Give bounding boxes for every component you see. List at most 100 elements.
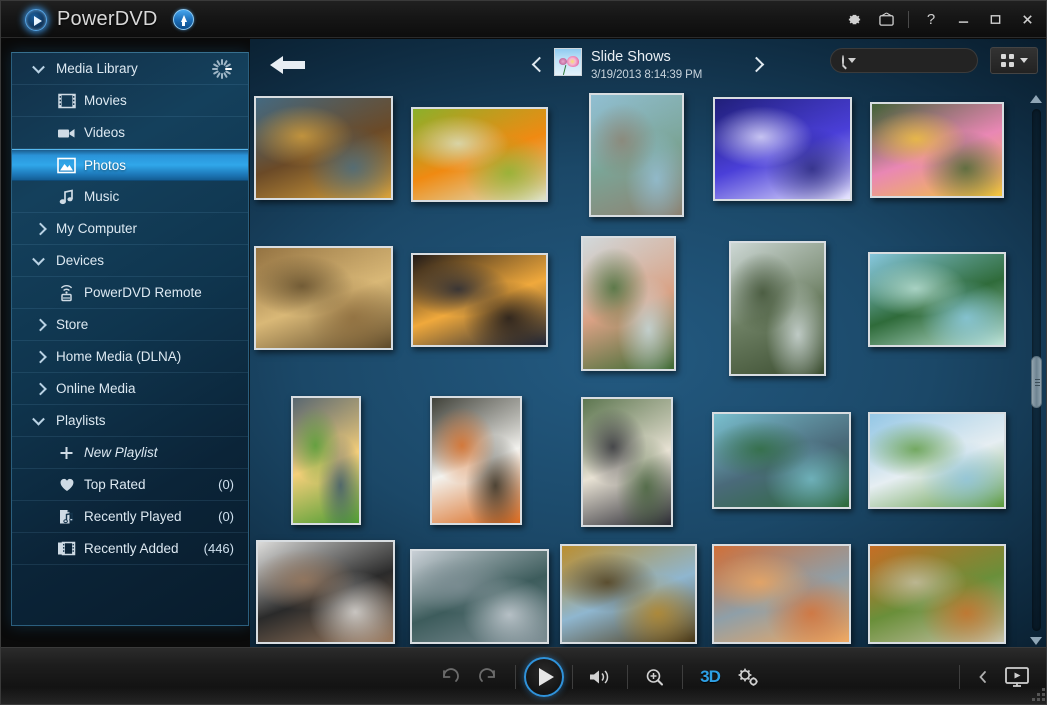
photo-image xyxy=(413,255,546,345)
sidebar-item-label: Movies xyxy=(84,93,127,108)
sidebar-item-label: Top Rated xyxy=(84,477,146,492)
sidebar-item-movies[interactable]: Movies xyxy=(12,85,248,117)
sidebar-item-media-library[interactable]: Media Library xyxy=(12,53,248,85)
chevron-down-icon[interactable] xyxy=(32,252,45,266)
photo-thumbnail-forest-lake[interactable] xyxy=(868,252,1006,347)
sidebar-item-photos[interactable]: Photos xyxy=(12,149,248,181)
breadcrumb-date: 3/19/2013 8:14:39 PM xyxy=(591,69,703,81)
photo-thumbnail-lioness-portrait[interactable] xyxy=(254,246,393,350)
flower-thumbnail-icon xyxy=(554,48,582,76)
scroll-down-arrow-icon[interactable] xyxy=(1030,637,1042,645)
photo-grid xyxy=(250,91,1025,649)
sidebar-item-recently-played[interactable]: Recently Played (0) xyxy=(12,501,248,533)
photo-thumbnail-foggy-park-bench[interactable] xyxy=(729,241,826,376)
question-mark-icon[interactable]: ? xyxy=(916,7,946,33)
sidebar-item-store[interactable]: Store xyxy=(12,309,248,341)
magnifier-plus-icon[interactable] xyxy=(636,657,674,697)
search-box[interactable] xyxy=(830,48,1027,73)
redo-arrow-icon[interactable] xyxy=(469,657,507,697)
photo-cell xyxy=(430,396,522,525)
photo-thumbnail-lightning-storm[interactable] xyxy=(713,97,852,201)
photo-icon xyxy=(57,157,76,174)
chevron-right-icon[interactable] xyxy=(34,318,47,331)
photo-thumbnail-lotus-flower[interactable] xyxy=(870,102,1004,198)
gear-icon[interactable] xyxy=(839,7,869,33)
chevron-down-icon[interactable] xyxy=(32,60,45,74)
photo-thumbnail-mountain-lake-turquoise[interactable] xyxy=(712,412,851,509)
photo-thumbnail-old-man-portrait[interactable] xyxy=(256,540,395,644)
photo-thumbnail-woman-outdoors[interactable] xyxy=(581,236,676,371)
chevron-right-icon[interactable] xyxy=(34,222,47,235)
photo-cell xyxy=(729,241,826,376)
photo-cell xyxy=(411,253,548,347)
sidebar-item-count: (0) xyxy=(218,509,234,524)
content-pane: Slide Shows 3/19/2013 8:14:39 PM xyxy=(250,39,1046,649)
3d-icon[interactable]: 3D xyxy=(691,657,729,697)
photo-thumbnail-bridge-night[interactable] xyxy=(411,253,548,347)
breadcrumb[interactable]: Slide Shows 3/19/2013 8:14:39 PM xyxy=(554,48,702,81)
photo-thumbnail-couple-embracing[interactable] xyxy=(581,397,673,527)
camcorder-icon xyxy=(57,124,76,141)
sidebar-item-videos[interactable]: Videos xyxy=(12,117,248,149)
photo-image xyxy=(714,546,849,642)
photo-thumbnail-classic-car[interactable] xyxy=(560,544,697,644)
photo-thumbnail-statue-of-liberty[interactable] xyxy=(589,93,684,217)
view-mode-button[interactable] xyxy=(990,47,1038,74)
upgrade-arrow-icon[interactable] xyxy=(173,9,194,30)
next-folder-button[interactable] xyxy=(743,47,769,81)
resize-grip[interactable] xyxy=(1031,687,1045,701)
photo-thumbnail-desert-oryx[interactable] xyxy=(712,544,851,644)
play-button[interactable] xyxy=(524,656,564,697)
sidebar-item-recently-added[interactable]: Recently Added (446) xyxy=(12,533,248,565)
playbar-divider xyxy=(682,664,683,689)
powerdvd-window: PowerDVD ? Media Library Movies Videos P… xyxy=(0,0,1047,705)
sidebar-item-label: Videos xyxy=(84,125,126,140)
scroll-up-arrow-icon[interactable] xyxy=(1030,95,1042,103)
sidebar-item-label: Store xyxy=(56,317,89,332)
playbar-divider xyxy=(959,664,960,689)
maximize-icon[interactable] xyxy=(980,7,1010,33)
photo-cell xyxy=(868,412,1006,509)
photo-thumbnail-white-goose[interactable] xyxy=(430,396,522,525)
sidebar-item-top-rated[interactable]: Top Rated (0) xyxy=(12,469,248,501)
minimize-icon[interactable] xyxy=(948,7,978,33)
sidebar-item-label: Home Media (DLNA) xyxy=(56,349,182,364)
play-orb-icon xyxy=(25,9,47,31)
photo-cell xyxy=(560,544,697,644)
chevron-right-icon[interactable] xyxy=(34,350,47,363)
photo-cell xyxy=(713,97,852,201)
photo-thumbnail-autumn-barn[interactable] xyxy=(868,544,1006,644)
photo-thumbnail-leaf-macro[interactable] xyxy=(254,96,393,200)
previous-folder-button[interactable] xyxy=(526,47,552,81)
speaker-icon[interactable] xyxy=(581,657,619,697)
sidebar-item-label: Music xyxy=(84,189,120,204)
sidebar-item-new-playlist[interactable]: New Playlist xyxy=(12,437,248,469)
sidebar-item-powerdvd-remote[interactable]: PowerDVD Remote xyxy=(12,277,248,309)
sidebar-item-music[interactable]: Music xyxy=(12,181,248,213)
photo-thumbnail-city-skyline[interactable] xyxy=(410,549,549,644)
gears-icon[interactable] xyxy=(729,657,767,697)
photo-cell xyxy=(410,549,549,644)
vertical-scrollbar[interactable] xyxy=(1025,91,1046,649)
sidebar-item-devices[interactable]: Devices xyxy=(12,245,248,277)
sidebar-item-label: Photos xyxy=(84,157,127,173)
back-arrow-icon[interactable] xyxy=(267,51,309,79)
photo-image xyxy=(256,248,391,348)
photo-thumbnail-bicycle-flowers[interactable] xyxy=(411,107,548,202)
photo-thumbnail-sunset-field[interactable] xyxy=(291,396,361,525)
close-icon[interactable] xyxy=(1012,7,1042,33)
chevron-right-icon[interactable] xyxy=(34,382,47,395)
caret-down-icon[interactable] xyxy=(848,58,856,63)
sidebar-item-online-media[interactable]: Online Media xyxy=(12,373,248,405)
sidebar-item-home-media-dlna[interactable]: Home Media (DLNA) xyxy=(12,341,248,373)
photo-image xyxy=(562,546,695,642)
tv-icon[interactable] xyxy=(871,7,901,33)
chevron-left-icon[interactable] xyxy=(974,657,992,697)
photo-image xyxy=(412,551,547,642)
scroll-thumb[interactable] xyxy=(1031,356,1042,408)
sidebar-item-my-computer[interactable]: My Computer xyxy=(12,213,248,245)
undo-arrow-icon[interactable] xyxy=(431,657,469,697)
chevron-down-icon[interactable] xyxy=(32,412,45,426)
photo-thumbnail-alpine-meadow[interactable] xyxy=(868,412,1006,509)
sidebar-item-playlists[interactable]: Playlists xyxy=(12,405,248,437)
